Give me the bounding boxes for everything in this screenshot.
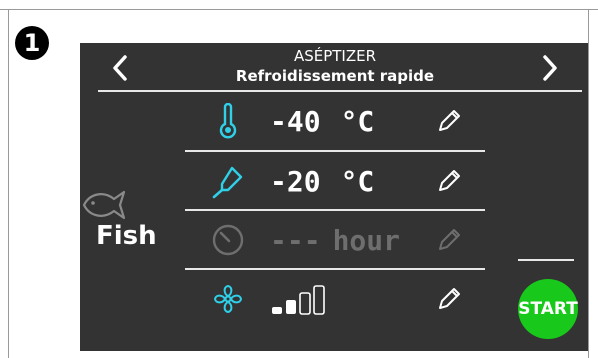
- chamber-temperature-value: -40 °C: [270, 101, 415, 141]
- edit-fan-speed-pencil-icon[interactable]: [435, 285, 463, 313]
- header: ASÉPTIZER Refroidissement rapide: [180, 46, 490, 86]
- previous-program-button[interactable]: [100, 43, 140, 93]
- edit-probe-temperature-pencil-icon[interactable]: [435, 167, 463, 195]
- time-value: --- hour: [270, 220, 415, 260]
- fan-level-bar-3: [299, 292, 311, 315]
- fan-speed-level-indicator[interactable]: [270, 283, 355, 317]
- probe-icon: [212, 166, 243, 199]
- row-divider: [185, 209, 485, 211]
- row-divider: [185, 150, 485, 152]
- time-row: --- hour: [185, 212, 485, 268]
- probe-temperature-unit: °C: [340, 164, 375, 198]
- time-unit: hour: [332, 223, 401, 257]
- chevron-left-icon: [113, 55, 127, 81]
- fish-icon: [82, 190, 126, 220]
- frame-border-top: [0, 9, 598, 10]
- start-divider: [518, 259, 574, 261]
- step-number-badge: 1: [15, 26, 49, 60]
- fan-icon: [213, 284, 243, 314]
- chamber-temperature-row: -40 °C: [185, 93, 485, 149]
- frame-border-left: [8, 9, 9, 358]
- fan-speed-row: [185, 271, 485, 327]
- edit-chamber-temperature-pencil-icon[interactable]: [435, 107, 463, 135]
- fan-level-bar-4: [313, 285, 325, 315]
- probe-temperature-row: -20 °C: [185, 153, 485, 209]
- product-label: Fish: [96, 221, 157, 251]
- chamber-temperature-unit: °C: [340, 104, 375, 138]
- frame-border-right: [588, 9, 589, 358]
- chamber-temperature-number: -40: [270, 104, 321, 138]
- clock-icon: [212, 224, 244, 256]
- control-panel-screen: ASÉPTIZER Refroidissement rapide Fish -4…: [80, 43, 588, 351]
- header-divider: [98, 90, 582, 92]
- probe-temperature-value: -20 °C: [270, 161, 415, 201]
- thermometer-icon: [219, 103, 237, 139]
- product-selector[interactable]: Fish: [80, 183, 180, 253]
- row-divider: [185, 268, 485, 270]
- chevron-right-icon: [543, 55, 557, 81]
- fan-level-bar-1: [272, 307, 282, 314]
- fan-level-bar-2: [286, 300, 296, 314]
- time-number: ---: [270, 223, 321, 257]
- next-program-button[interactable]: [530, 43, 570, 93]
- program-title: ASÉPTIZER: [293, 47, 377, 65]
- program-subtitle: Refroidissement rapide: [235, 67, 435, 85]
- edit-time-pencil-icon: [439, 229, 460, 250]
- probe-temperature-number: -20: [270, 164, 321, 198]
- start-button[interactable]: START: [518, 279, 578, 339]
